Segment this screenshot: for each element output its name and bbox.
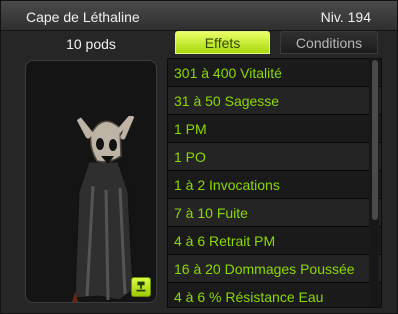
effects-list[interactable]: 301 à 400 Vitalité 31 à 50 Sagesse 1 PM …: [167, 58, 382, 308]
cape-icon: [72, 116, 135, 302]
effect-row: 7 à 10 Fuite: [168, 199, 381, 227]
effect-row: 4 à 6 Retrait PM: [168, 227, 381, 255]
effect-row: 1 à 2 Invocations: [168, 171, 381, 199]
effect-row: 16 à 20 Dommages Poussée: [168, 255, 381, 283]
item-weight: 10 pods: [66, 36, 116, 52]
item-tooltip-panel: Cape de Léthaline Niv. 194 10 pods Effet…: [0, 0, 398, 314]
set-bonus-icon[interactable]: [131, 277, 151, 297]
item-image: [25, 60, 157, 303]
tab-effects[interactable]: Effets: [175, 31, 270, 54]
tab-conditions[interactable]: Conditions: [280, 31, 378, 54]
item-name: Cape de Léthaline: [26, 9, 140, 25]
effect-row: 4 à 6 % Résistance Eau: [168, 283, 381, 307]
effects-scrollbar-thumb[interactable]: [372, 60, 378, 220]
effect-row: 1 PM: [168, 115, 381, 143]
item-level: Niv. 194: [320, 9, 371, 25]
effect-row: 31 à 50 Sagesse: [168, 87, 381, 115]
effect-row: 1 PO: [168, 143, 381, 171]
title-bar: Cape de Léthaline Niv. 194: [1, 1, 397, 31]
effect-row: 301 à 400 Vitalité: [168, 59, 381, 87]
set-bonus-glyph-icon: [136, 281, 146, 292]
